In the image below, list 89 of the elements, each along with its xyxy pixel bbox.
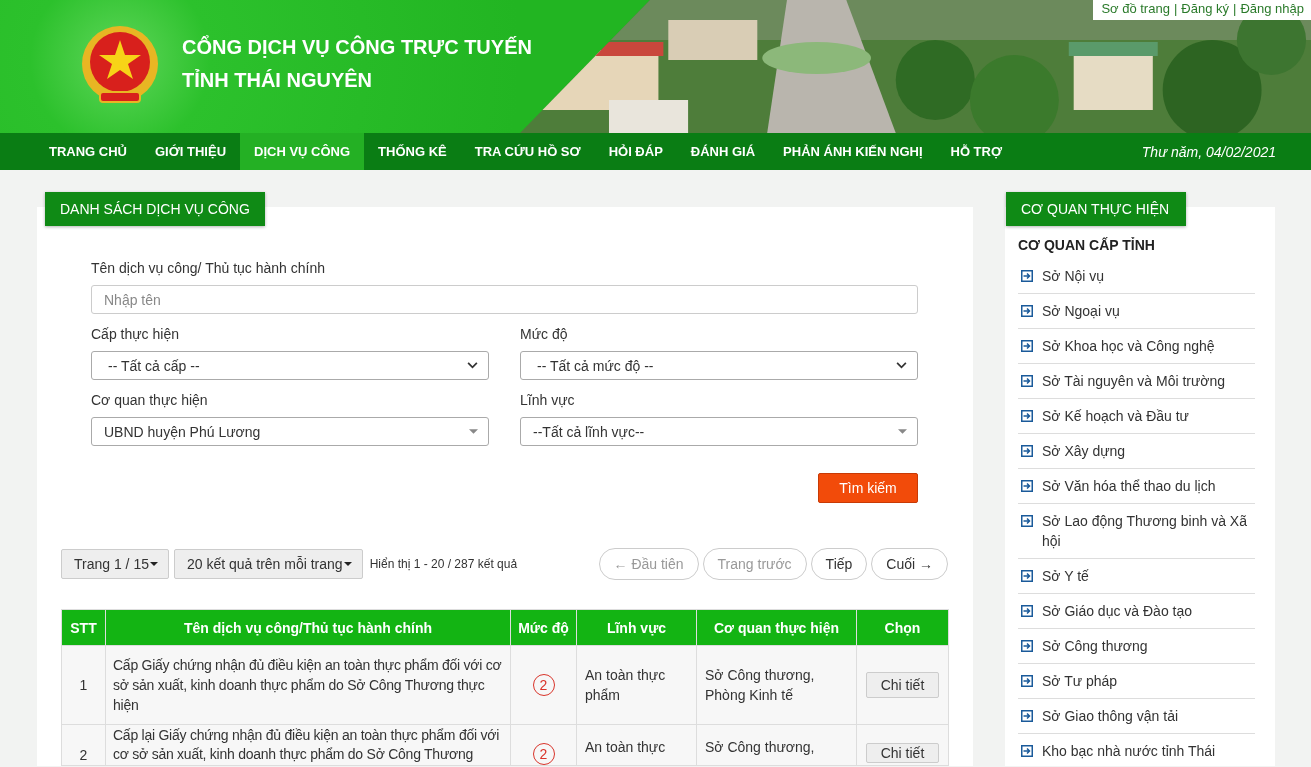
link-separator: | xyxy=(1233,0,1237,17)
caret-icon xyxy=(343,562,352,566)
detail-button[interactable]: Chi tiết xyxy=(865,743,940,763)
agency-link[interactable]: Sở Công thương xyxy=(1042,636,1148,656)
link-separator: | xyxy=(1173,0,1178,17)
arrow-box-icon xyxy=(1021,305,1033,317)
column-header: Cơ quan thực hiện xyxy=(696,609,857,646)
agency-link[interactable]: Sở Lao động Thương binh và Xã hội xyxy=(1042,511,1255,551)
arrow-box-icon xyxy=(1021,710,1033,722)
field-label: Tên dịch vụ công/ Thủ tục hành chính xyxy=(91,260,326,276)
pagination-button[interactable]: Tiếp xyxy=(810,548,868,580)
current-date: Thư năm, 04/02/2021 xyxy=(1141,142,1276,162)
agency-link[interactable]: Sở Nội vụ xyxy=(1042,266,1105,286)
table-cell: An toàn thực phẩm xyxy=(576,645,697,725)
agency-link[interactable]: Sở Kế hoạch và Đầu tư xyxy=(1042,406,1189,426)
nav-item[interactable]: PHẢN ÁNH KIẾN NGHỊ xyxy=(769,133,937,170)
nav-item[interactable]: GIỚI THIỆU xyxy=(141,133,241,170)
site-title: TỈNH THÁI NGUYÊN xyxy=(182,67,373,93)
caret-icon xyxy=(150,562,158,566)
page-dropdown[interactable]: Trang 1 / 15 xyxy=(61,549,169,579)
agency-link[interactable]: Sở Xây dựng xyxy=(1042,441,1126,461)
arrow-box-icon xyxy=(1021,515,1033,527)
agency-link[interactable]: Sở Tài nguyên và Môi trường xyxy=(1042,371,1226,391)
header-link[interactable]: Sơ đồ trang xyxy=(1101,0,1170,17)
header-link[interactable]: Đăng ký xyxy=(1181,0,1229,17)
column-header: Mức độ xyxy=(510,609,577,646)
dropdown-field[interactable]: --Tất cả lĩnh vực-- xyxy=(520,417,918,446)
arrow-box-icon xyxy=(1021,270,1033,282)
dropdown-value: -- Tất cả mức độ -- xyxy=(537,357,654,374)
nav-item[interactable]: HỖ TRỢ xyxy=(936,133,1017,170)
table-cell: Sở Công thương, Phòng Kinh tế xyxy=(696,645,857,725)
agency-link[interactable]: Sở Ngoại vụ xyxy=(1042,301,1120,321)
table-cell: Sở Công thương, xyxy=(696,724,857,766)
arrow-box-icon xyxy=(1021,410,1033,422)
table-cell: 1 xyxy=(61,645,106,725)
field-label: Cơ quan thực hiện xyxy=(91,392,209,408)
panel-heading: DANH SÁCH DỊCH VỤ CÔNG xyxy=(45,192,265,226)
agency-link[interactable]: Sở Tư pháp xyxy=(1042,671,1118,691)
column-header: Tên dịch vụ công/Thủ tục hành chính xyxy=(105,609,511,646)
group-heading: CƠ QUAN CẤP TỈNH xyxy=(1018,237,1156,253)
arrow-box-icon xyxy=(1021,480,1033,492)
nav-item[interactable]: HỎI ĐÁP xyxy=(594,133,677,170)
table-cell: Cấp lại Giấy chứng nhận đủ điều kiện an toàn thực phẩm đối với cơ sở sản xuất, kinh doanh thực phẩm do Sở Công Thương xyxy=(105,724,511,766)
search-button[interactable]: Tìm kiếm xyxy=(818,473,918,503)
detail-button[interactable]: Chi tiết xyxy=(865,672,940,698)
arrow-box-icon xyxy=(1021,605,1033,617)
agency-link[interactable]: Kho bạc nhà nước tỉnh Thái xyxy=(1042,741,1216,761)
chevron-down-icon xyxy=(896,362,907,369)
arrow-box-icon xyxy=(1021,675,1033,687)
agency-link[interactable]: Sở Khoa học và Công nghệ xyxy=(1042,336,1215,356)
table-cell: Cấp Giấy chứng nhận đủ điều kiện an toàn thực phẩm đối với cơ sở sản xuất, kinh doanh thực phẩm do Sở Công Thương thực hiện xyxy=(105,645,511,725)
dropdown-field[interactable]: -- Tất cả cấp -- xyxy=(91,351,489,380)
agency-link[interactable]: Sở Giáo dục và Đào tạo xyxy=(1042,601,1193,621)
caret-icon xyxy=(469,429,478,434)
arrow-box-icon xyxy=(1021,375,1033,387)
column-header: STT xyxy=(61,609,106,646)
agency-link[interactable]: Sở Văn hóa thể thao du lịch xyxy=(1042,476,1216,496)
chevron-down-icon xyxy=(467,362,478,369)
nav-item[interactable]: TRANG CHỦ xyxy=(35,133,141,170)
nav-item[interactable]: THỐNG KÊ xyxy=(364,133,461,170)
site-title: CỔNG DỊCH VỤ CÔNG TRỰC TUYẾN xyxy=(182,34,532,60)
search-field[interactable]: Nhập tên xyxy=(91,285,918,314)
nav-item[interactable]: TRA CỨU HỒ SƠ xyxy=(460,133,595,170)
column-header: Chọn xyxy=(856,609,949,646)
dropdown-value: -- Tất cả cấp -- xyxy=(108,357,200,374)
table-cell: An toàn thực xyxy=(576,724,697,766)
arrow-box-icon xyxy=(1021,340,1033,352)
results-summary: Hiển thị 1 - 20 / 287 kết quả xyxy=(369,557,518,571)
arrow-box-icon xyxy=(1021,640,1033,652)
page-size-dropdown[interactable]: 20 kết quả trên mỗi trang xyxy=(174,549,363,579)
header-link[interactable]: Đăng nhập xyxy=(1240,0,1304,17)
agency-link[interactable]: Sở Y tế xyxy=(1042,566,1089,586)
panel-heading: CƠ QUAN THỰC HIỆN xyxy=(1006,192,1186,226)
caret-icon xyxy=(898,429,907,434)
dropdown-value: --Tất cả lĩnh vực-- xyxy=(533,423,645,440)
nav-item[interactable]: ĐÁNH GIÁ xyxy=(676,133,770,170)
field-label: Cấp thực hiện xyxy=(91,326,180,342)
arrow-box-icon xyxy=(1021,445,1033,457)
table-cell: 2 xyxy=(61,724,106,766)
dropdown-field[interactable]: -- Tất cả mức độ -- xyxy=(520,351,918,380)
dropdown-value: UBND huyện Phú Lương xyxy=(104,423,261,440)
column-header: Lĩnh vực xyxy=(576,609,697,646)
agency-link[interactable]: Sở Giao thông vận tải xyxy=(1042,706,1179,726)
arrow-box-icon xyxy=(1021,745,1033,757)
pagination-button[interactable]: Cuối → xyxy=(871,548,948,580)
field-label: Lĩnh vực xyxy=(520,392,576,408)
dropdown-field[interactable]: UBND huyện Phú Lương xyxy=(91,417,489,446)
field-label: Mức độ xyxy=(520,326,569,342)
arrow-box-icon xyxy=(1021,570,1033,582)
